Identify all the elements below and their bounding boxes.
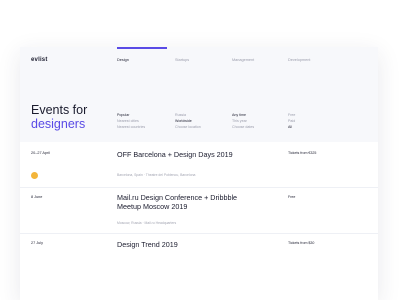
header: evlist Design Startups Management Develo… [20, 47, 378, 142]
event-date: 20–27 April [31, 151, 50, 155]
event-price: Tickets from $30 [288, 241, 315, 245]
page-title: Events for designers [31, 103, 87, 131]
page-title-line1: Events for [31, 103, 88, 117]
featured-badge-icon [31, 172, 38, 179]
tab-design[interactable]: Design [117, 58, 129, 62]
filter-dates: Any time This year Choose dates [232, 112, 254, 130]
events-card: evlist Design Startups Management Develo… [20, 47, 378, 300]
filter-price: Free Paid All [288, 112, 295, 130]
event-date: 8 June [31, 195, 43, 199]
event-price: Tickets from €325 [288, 151, 317, 155]
event-title[interactable]: Design Trend 2019 [117, 240, 247, 249]
filter-option[interactable]: Choose dates [232, 124, 254, 130]
filter-option[interactable]: Choose location [175, 124, 201, 130]
event-date: 27 July [31, 241, 44, 245]
event-title[interactable]: OFF Barcelona + Design Days 2019 [117, 150, 247, 159]
filter-option[interactable]: All [288, 124, 295, 130]
filter-cities: Popular Nearest cities Nearest countries [117, 112, 145, 130]
event-title[interactable]: Mail.ru Design Conference + Dribbble Mee… [117, 193, 247, 211]
nav-active-indicator [117, 47, 167, 49]
tab-development[interactable]: Development [288, 58, 310, 62]
event-row[interactable]: 27 July Design Trend 2019 Tickets from $… [20, 233, 378, 293]
filter-option[interactable]: Nearest countries [117, 124, 145, 130]
event-location: Barcelona, Spain · Theatre del Poblenou,… [117, 173, 196, 177]
tab-startups[interactable]: Startups [175, 58, 189, 62]
page-title-line2: designers [31, 117, 86, 131]
filter-location: Russia Worldwide Choose location [175, 112, 201, 130]
logo[interactable]: evlist [31, 57, 48, 63]
tab-management[interactable]: Management [232, 58, 254, 62]
event-location: Moscow, Russia · Mail.ru Headquarters [117, 221, 177, 225]
event-price: Free [288, 195, 296, 199]
